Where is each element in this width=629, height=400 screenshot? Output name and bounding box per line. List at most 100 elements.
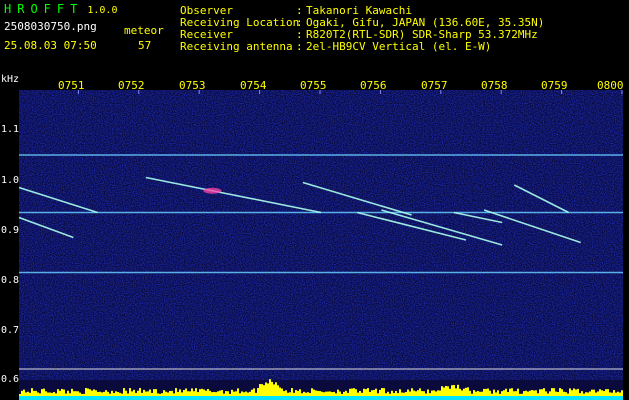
y-tick-label: 0.9 xyxy=(1,225,20,236)
echo-base xyxy=(23,396,25,400)
echo-base xyxy=(401,396,403,400)
echo-base xyxy=(99,396,101,400)
echo-base xyxy=(565,396,567,400)
echo-base xyxy=(143,396,145,400)
echo-base xyxy=(577,396,579,400)
echo-base xyxy=(121,396,123,400)
echo-base xyxy=(339,396,341,400)
echo-base xyxy=(189,396,191,400)
echo-base xyxy=(341,396,343,400)
echo-base xyxy=(31,396,33,400)
echo-base xyxy=(609,396,611,400)
echo-base xyxy=(471,396,473,400)
echo-base xyxy=(457,396,459,400)
echo-base xyxy=(521,396,523,400)
echo-base xyxy=(447,396,449,400)
echo-base xyxy=(195,396,197,400)
echo-base xyxy=(263,396,265,400)
echo-base xyxy=(193,396,195,400)
echo-base xyxy=(93,396,95,400)
echo-base xyxy=(553,396,555,400)
echo-base xyxy=(359,396,361,400)
echo-base xyxy=(357,396,359,400)
echo-base xyxy=(463,396,465,400)
echo-base xyxy=(265,396,267,400)
echo-base xyxy=(617,396,619,400)
echo-base xyxy=(535,396,537,400)
echo-base xyxy=(303,396,305,400)
echo-base xyxy=(81,396,83,400)
echo-base xyxy=(245,396,247,400)
echo-base xyxy=(155,396,157,400)
echo-base xyxy=(379,396,381,400)
echo-base xyxy=(525,396,527,400)
echo-base xyxy=(151,396,153,400)
y-tick-label: 1.1 xyxy=(1,124,20,135)
echo-base xyxy=(55,396,57,400)
echo-base xyxy=(123,396,125,400)
echo-base xyxy=(573,396,575,400)
echo-base xyxy=(467,396,469,400)
echo-base xyxy=(531,396,533,400)
echo-base xyxy=(183,396,185,400)
echo-base xyxy=(273,396,275,400)
y-tick-label: 0.7 xyxy=(1,325,20,336)
echo-base xyxy=(615,396,617,400)
echo-base xyxy=(73,396,75,400)
echo-base xyxy=(375,396,377,400)
echo-base xyxy=(349,396,351,400)
echo-base xyxy=(69,396,71,400)
echo-base xyxy=(395,396,397,400)
echo-base xyxy=(243,396,245,400)
echo-base xyxy=(445,396,447,400)
spectrogram-plot xyxy=(19,90,623,400)
echo-base xyxy=(267,396,269,400)
echo-base xyxy=(389,396,391,400)
echo-base xyxy=(363,396,365,400)
echo-base xyxy=(431,396,433,400)
echo-base xyxy=(171,396,173,400)
echo-base xyxy=(111,396,113,400)
echo-base xyxy=(203,396,205,400)
echo-base xyxy=(557,396,559,400)
echo-base xyxy=(421,396,423,400)
echo-base xyxy=(221,396,223,400)
echo-base xyxy=(235,396,237,400)
echo-base xyxy=(495,396,497,400)
echo-base xyxy=(437,396,439,400)
echo-base xyxy=(241,396,243,400)
echo-base xyxy=(105,396,107,400)
y-tick-label: 0.6 xyxy=(1,374,20,385)
echo-base xyxy=(383,396,385,400)
spectrogram-noise xyxy=(19,90,623,380)
echo-base xyxy=(147,396,149,400)
echo-base xyxy=(119,396,121,400)
echo-base xyxy=(161,396,163,400)
echo-base xyxy=(355,396,357,400)
observation-datetime: 25.08.03 07:50 xyxy=(4,39,97,52)
app-name-text: HROFFT xyxy=(4,2,84,16)
echo-base xyxy=(509,396,511,400)
app-version: 1.0.0 xyxy=(87,5,118,16)
echo-base xyxy=(85,396,87,400)
app-name: HROFFT 1.0.0 xyxy=(4,3,117,17)
echo-base xyxy=(35,396,37,400)
echo-base xyxy=(297,396,299,400)
echo-base xyxy=(523,396,525,400)
echo-base xyxy=(361,396,363,400)
echo-base xyxy=(547,396,549,400)
echo-base xyxy=(213,396,215,400)
echo-base xyxy=(337,396,339,400)
echo-base xyxy=(309,396,311,400)
echo-base xyxy=(163,396,165,400)
echo-base xyxy=(597,396,599,400)
echo-base xyxy=(101,396,103,400)
echo-base xyxy=(43,396,45,400)
echo-base xyxy=(511,396,513,400)
echo-base xyxy=(559,396,561,400)
echo-base xyxy=(611,396,613,400)
echo-base xyxy=(599,396,601,400)
echo-base xyxy=(47,396,49,400)
echo-base xyxy=(561,396,563,400)
echo-base xyxy=(141,396,143,400)
